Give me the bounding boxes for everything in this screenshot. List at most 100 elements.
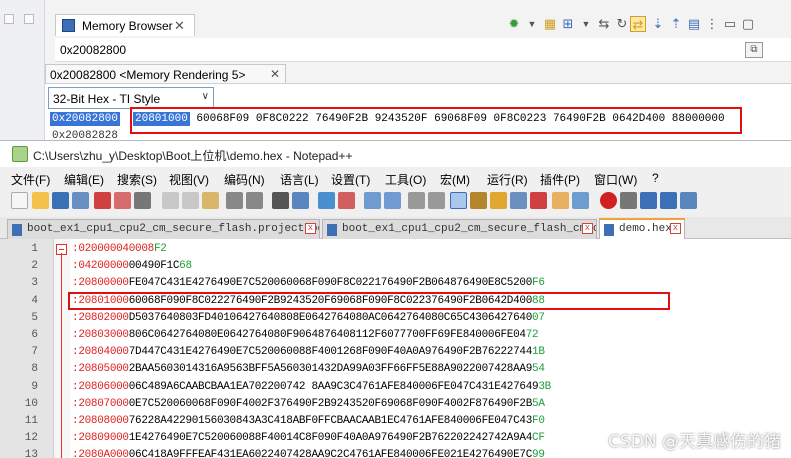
tab-label: demo.hex: [619, 223, 672, 235]
show-all-chars-icon[interactable]: [428, 192, 445, 209]
folder-icon[interactable]: [552, 192, 569, 209]
minimize-icon[interactable]: [4, 14, 14, 24]
cut-icon[interactable]: [162, 192, 179, 209]
stop-macro-icon[interactable]: [620, 192, 637, 209]
editor-area[interactable]: 1:020000040008F2 2:0420000000490F1C68 3:20…: [0, 239, 791, 458]
line-number: 2: [31, 260, 38, 273]
notepad-app-icon: [12, 146, 28, 162]
tab-memory-rendering[interactable]: 0x20082800 <Memory Rendering 5> ✕: [45, 64, 286, 84]
hex-record-line[interactable]: :2080A00006C418A9FFFEAF431EA6022407428AA…: [72, 449, 545, 458]
close-icon[interactable]: x: [582, 223, 593, 234]
menu-tools[interactable]: 工具(O): [385, 171, 426, 188]
redo-icon[interactable]: [246, 192, 263, 209]
record-data: 7D447C431E4276490E7C520060088F4001268F09…: [128, 346, 533, 359]
minimize-icon[interactable]: ▭: [722, 16, 738, 32]
hex-record-line[interactable]: :20800000FE047C431E4276490E7C520060068F0…: [72, 277, 545, 289]
close-all-icon[interactable]: [114, 192, 131, 209]
title-bar: C:\Users\zhu_y\Desktop\Boot上位机\demo.hex …: [0, 141, 791, 167]
close-icon[interactable]: [94, 192, 111, 209]
menu-settings[interactable]: 设置(T): [331, 171, 370, 188]
menu-search[interactable]: 搜索(S): [117, 171, 157, 188]
close-icon[interactable]: x: [305, 223, 316, 234]
menu-language[interactable]: 语言(L): [280, 171, 319, 188]
close-icon[interactable]: x: [670, 223, 681, 234]
record-checksum: F2: [153, 243, 167, 255]
gear-icon[interactable]: ✹: [506, 16, 522, 32]
udl-icon[interactable]: [470, 192, 487, 209]
tab-cm-c[interactable]: boot_ex1_cpu1_cpu2_cm_secure_flash_cm.c …: [322, 219, 597, 239]
word-wrap-icon[interactable]: [408, 192, 425, 209]
save-icon[interactable]: [52, 192, 69, 209]
window-title: C:\Users\zhu_y\Desktop\Boot上位机\demo.hex …: [33, 149, 353, 163]
menu-edit[interactable]: 编辑(E): [64, 171, 104, 188]
function-list-icon[interactable]: [510, 192, 527, 209]
hex-record-line[interactable]: :2080800076228A42290156030843A3C418ABF0F…: [72, 415, 545, 427]
fill-icon[interactable]: ▤: [686, 16, 702, 32]
tab-demo-hex[interactable]: demo.hex x: [599, 218, 685, 240]
undo-icon[interactable]: [226, 192, 243, 209]
sync-scroll-h-icon[interactable]: [384, 192, 401, 209]
hex-record-line[interactable]: :208040007D447C431E4276490E7C520060088F4…: [72, 346, 545, 358]
save-macro-icon[interactable]: [680, 192, 697, 209]
menu-icon[interactable]: ⋮: [704, 16, 720, 32]
hex-record-line[interactable]: :208070000E7C520060068F090F4002F376490F2…: [72, 398, 545, 410]
menu-file[interactable]: 文件(F): [11, 171, 50, 188]
indent-guide-icon[interactable]: [450, 192, 467, 209]
link-icon[interactable]: ⊞: [560, 16, 576, 32]
doc-map-icon[interactable]: [490, 192, 507, 209]
find-icon[interactable]: [272, 192, 289, 209]
menu-run[interactable]: 运行(R): [487, 171, 528, 188]
replace-icon[interactable]: [292, 192, 309, 209]
print-icon[interactable]: [134, 192, 151, 209]
sync-icon[interactable]: ⇄: [630, 16, 646, 32]
address-input[interactable]: 0x20082800: [60, 43, 126, 57]
hex-record-line[interactable]: :020000040008F2: [72, 243, 167, 255]
hex-record-line[interactable]: :208090001E4276490E7C520060088F40014C8F0…: [72, 432, 545, 444]
hex-record-line[interactable]: :20803000806C0642764080E0642764080F90648…: [72, 329, 539, 341]
menu-plugins[interactable]: 插件(P): [540, 171, 580, 188]
play-multiple-icon[interactable]: [660, 192, 677, 209]
import-icon[interactable]: ⇣: [650, 16, 666, 32]
zoom-out-icon[interactable]: [338, 192, 355, 209]
menu-macro[interactable]: 宏(M): [440, 171, 470, 188]
menu-window[interactable]: 窗口(W): [594, 171, 637, 188]
refresh-icon[interactable]: ↻: [614, 16, 630, 32]
maximize-icon[interactable]: ▢: [740, 16, 756, 32]
hex-record-line[interactable]: :0420000000490F1C68: [72, 260, 192, 272]
export-icon[interactable]: ⇡: [668, 16, 684, 32]
close-icon[interactable]: ✕: [270, 67, 280, 81]
connection-icon[interactable]: ⇆: [596, 16, 612, 32]
zoom-in-icon[interactable]: [318, 192, 335, 209]
hex-record-line[interactable]: :20802000D5037640803FD40106427640808E064…: [72, 312, 545, 324]
record-macro-icon[interactable]: [600, 192, 617, 209]
tab-memory-browser[interactable]: Memory Browser ✕: [55, 14, 195, 36]
menu-encoding[interactable]: 编码(N): [224, 171, 265, 188]
hex-record-line[interactable]: :2080600006C489A6CAABCBAA1EA702200742 8A…: [72, 381, 551, 393]
chevron-down-icon[interactable]: ▼: [578, 16, 594, 32]
new-tab-icon[interactable]: ▦: [542, 16, 558, 32]
record-data: 06C489A6CAABCBAA1EA702200742 8AA9C3C4761…: [128, 380, 539, 393]
sync-scroll-v-icon[interactable]: [364, 192, 381, 209]
open-file-icon[interactable]: [32, 192, 49, 209]
go-button[interactable]: ⧉: [745, 42, 763, 58]
chevron-down-icon[interactable]: ▼: [524, 16, 540, 32]
folder-workspace-icon[interactable]: [530, 192, 547, 209]
play-macro-icon[interactable]: [640, 192, 657, 209]
monitor-icon[interactable]: [572, 192, 589, 209]
copy-icon[interactable]: [182, 192, 199, 209]
menu-help[interactable]: ?: [652, 171, 659, 185]
rendering-style-select[interactable]: 32-Bit Hex - TI Style ∨: [48, 87, 214, 109]
hex-record-line[interactable]: :208050002BAA5603014316A9563BFF5A5603014…: [72, 363, 545, 375]
paste-icon[interactable]: [202, 192, 219, 209]
tab-label: boot_ex1_cpu1_cpu2_cm_secure_flash_cm.c: [342, 223, 597, 235]
tab-projectspec[interactable]: boot_ex1_cpu1_cpu2_cm_secure_flash.proje…: [7, 219, 320, 239]
close-icon[interactable]: ✕: [174, 18, 185, 34]
memory-browser-icon: [62, 19, 75, 32]
record-checksum: F6: [532, 277, 545, 290]
new-file-icon[interactable]: [11, 192, 28, 209]
maximize-icon[interactable]: [24, 14, 34, 24]
menu-view[interactable]: 视图(V): [169, 171, 209, 188]
row-address[interactable]: 0x20082800: [50, 112, 121, 126]
record-header: 20805000: [78, 363, 129, 376]
save-all-icon[interactable]: [72, 192, 89, 209]
